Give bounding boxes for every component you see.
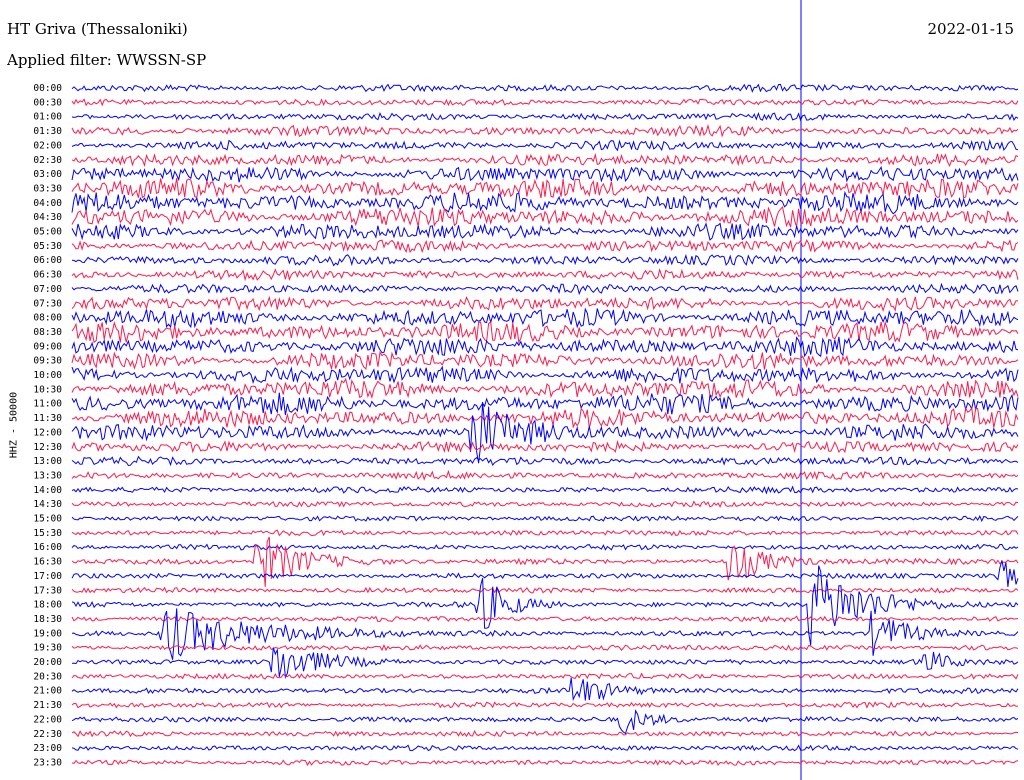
trace-row	[71, 515, 1019, 523]
trace-row	[71, 282, 1019, 296]
row-time-label: 10:30	[33, 384, 62, 395]
trace-row	[71, 377, 1019, 400]
trace-row	[71, 295, 1019, 313]
row-time-label: 11:00	[33, 399, 62, 410]
row-time-label: 07:30	[33, 298, 62, 309]
row-time-label: 16:30	[33, 557, 62, 568]
trace-row	[71, 166, 1019, 183]
row-time-label: 15:00	[33, 514, 62, 525]
row-time-label: 18:00	[33, 600, 62, 611]
trace-row	[71, 392, 1019, 416]
trace-row	[71, 485, 1019, 495]
row-time-label: 21:30	[33, 700, 62, 711]
trace-row	[71, 401, 1019, 464]
row-time-label: 19:00	[33, 628, 62, 639]
trace-row	[71, 608, 1019, 660]
row-time-label: 01:30	[33, 126, 62, 137]
trace-row	[71, 469, 1019, 481]
trace-row	[71, 560, 1019, 587]
trace-row	[71, 644, 1019, 652]
trace-row	[71, 336, 1019, 358]
trace-row	[71, 406, 1019, 429]
trace-row	[71, 677, 1019, 702]
row-time-label: 04:30	[33, 212, 62, 223]
row-time-label: 09:30	[33, 356, 62, 367]
trace-row	[71, 536, 1019, 587]
trace-row	[71, 439, 1019, 454]
trace-row	[71, 455, 1019, 467]
row-time-label: 21:00	[33, 686, 62, 697]
row-time-label: 05:30	[33, 241, 62, 252]
seismogram-stage: HT Griva (Thessaloniki) 2022-01-15 Appli…	[0, 0, 1024, 780]
row-time-label: 00:00	[33, 83, 62, 94]
row-time-label: 17:00	[33, 571, 62, 582]
trace-row	[71, 543, 1019, 551]
trace-row	[71, 586, 1019, 594]
row-time-label: 22:30	[33, 729, 62, 740]
row-time-label: 13:00	[33, 456, 62, 467]
trace-row	[71, 307, 1019, 329]
row-time-label: 19:30	[33, 643, 62, 654]
trace-row	[71, 529, 1019, 537]
trace-row	[71, 222, 1019, 241]
trace-row	[71, 239, 1019, 254]
row-time-label: 00:30	[33, 97, 62, 108]
row-time-label: 14:00	[33, 485, 62, 496]
trace-row	[71, 729, 1019, 738]
trace-row	[71, 268, 1019, 282]
trace-row	[71, 111, 1019, 122]
row-time-label: 10:00	[33, 370, 62, 381]
trace-row	[71, 672, 1019, 680]
row-time-label: 02:30	[33, 155, 62, 166]
row-time-label: 01:00	[33, 112, 62, 123]
trace-row	[71, 253, 1019, 267]
trace-row	[71, 83, 1019, 93]
row-time-label: 20:00	[33, 657, 62, 668]
trace-row	[71, 500, 1019, 508]
trace-row	[71, 320, 1019, 344]
row-time-label: 09:00	[33, 341, 62, 352]
row-time-label: 06:30	[33, 270, 62, 281]
row-time-label: 12:30	[33, 442, 62, 453]
row-time-label: 14:30	[33, 499, 62, 510]
trace-row	[71, 178, 1019, 199]
trace-row	[71, 98, 1019, 107]
row-time-label: 07:00	[33, 284, 62, 295]
row-time-label: 18:30	[33, 614, 62, 625]
trace-row	[71, 701, 1019, 709]
trace-row	[71, 123, 1019, 138]
trace-row	[71, 615, 1019, 623]
row-time-label: 05:00	[33, 227, 62, 238]
row-time-label: 08:30	[33, 327, 62, 338]
trace-row	[71, 647, 1019, 679]
row-time-label: 22:00	[33, 714, 62, 725]
row-time-label: 11:30	[33, 413, 62, 424]
row-time-label: 12:00	[33, 427, 62, 438]
trace-row	[71, 351, 1019, 370]
trace-row	[71, 744, 1019, 752]
row-time-label: 06:00	[33, 255, 62, 266]
row-time-label: 04:00	[33, 198, 62, 209]
row-time-label: 17:30	[33, 585, 62, 596]
row-time-label: 02:00	[33, 140, 62, 151]
row-time-label: 03:30	[33, 183, 62, 194]
trace-row	[71, 205, 1019, 228]
row-time-label: 23:00	[33, 743, 62, 754]
row-time-label: 20:30	[33, 671, 62, 682]
row-time-label: 08:00	[33, 313, 62, 324]
row-time-label: 16:00	[33, 542, 62, 553]
row-time-label: 15:30	[33, 528, 62, 539]
trace-row	[71, 138, 1019, 152]
row-time-label: 03:00	[33, 169, 62, 180]
trace-row	[71, 365, 1019, 384]
row-time-label: 13:30	[33, 470, 62, 481]
helicorder-plot: 00:00 00:30 01:00 01:30 02:00 02:30 03:00 03:30…	[33, 0, 1019, 780]
row-time-label: 23:30	[33, 757, 62, 768]
trace-row	[71, 759, 1019, 767]
trace-row	[71, 709, 1019, 735]
trace-row	[71, 152, 1019, 168]
